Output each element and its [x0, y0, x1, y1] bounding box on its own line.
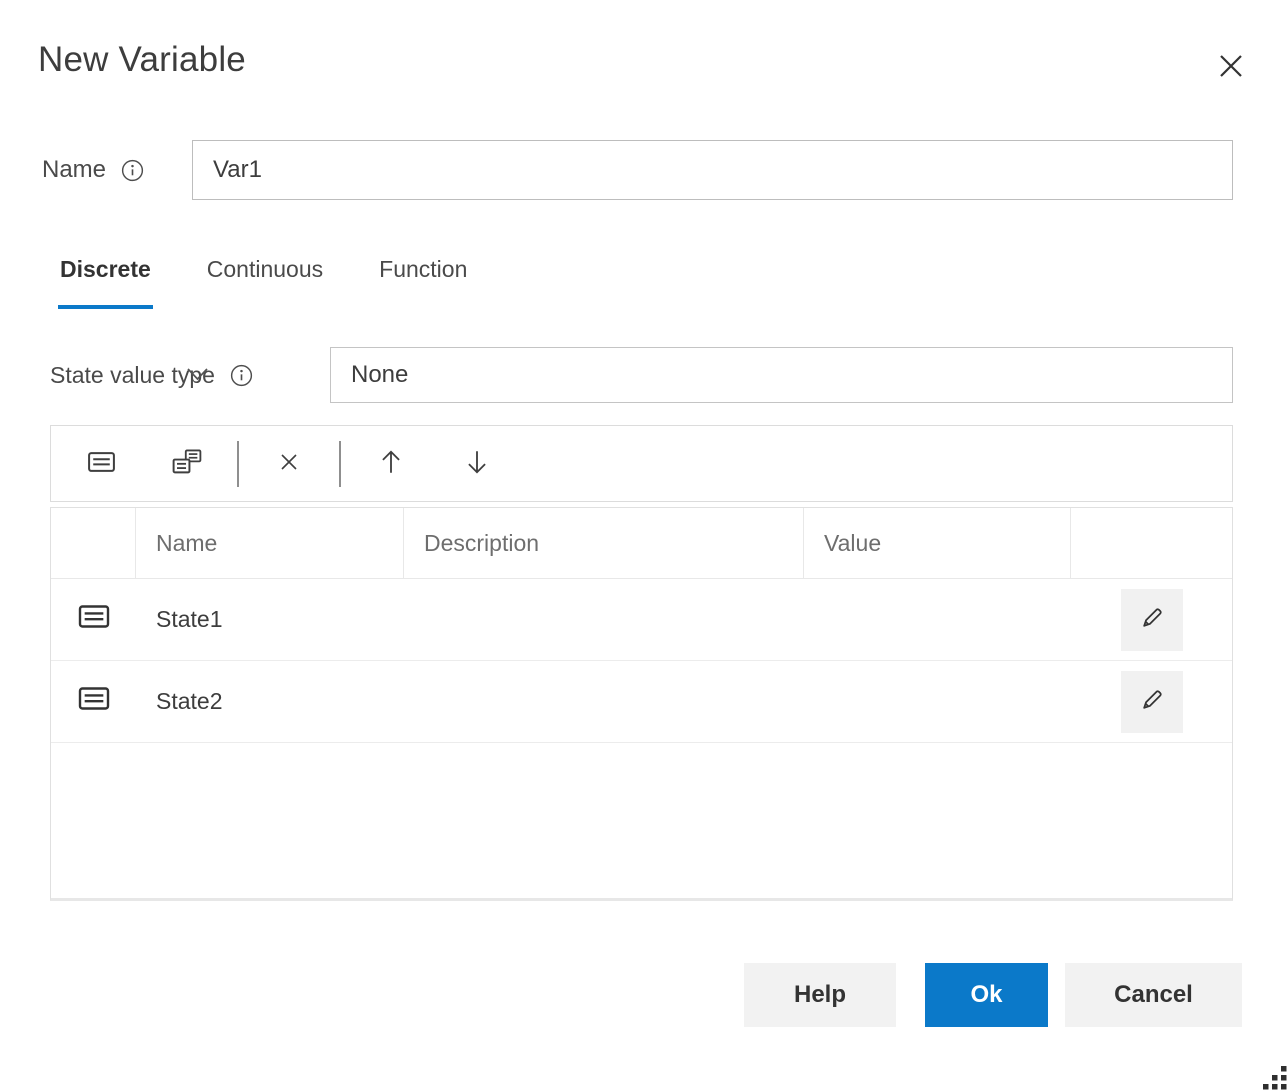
state-value-type-select[interactable]: None: [330, 347, 1233, 403]
toolbar-separator: [237, 441, 239, 487]
page-title: New Variable: [38, 40, 246, 80]
state-value-cell[interactable]: [804, 661, 1071, 742]
name-label: Name: [42, 156, 106, 184]
cancel-button[interactable]: Cancel: [1065, 963, 1242, 1027]
row-actions-cell: [1071, 661, 1232, 742]
header-cell-description: Description: [404, 508, 804, 579]
header-cell-blank: [51, 508, 136, 579]
row-actions-cell: [1071, 579, 1232, 660]
header-cell-name: Name: [136, 508, 404, 579]
chevron-down-icon: [184, 365, 211, 390]
duplicate-state-icon: [171, 448, 203, 479]
delete-state-button[interactable]: [261, 438, 317, 490]
state-value-type-info-icon[interactable]: [230, 364, 253, 387]
move-down-button[interactable]: [449, 438, 505, 490]
state-value-type-row: State value type: [50, 347, 253, 403]
move-up-button[interactable]: [363, 438, 419, 490]
tab-continuous[interactable]: Continuous: [205, 256, 325, 309]
edit-state-button[interactable]: [1121, 589, 1183, 651]
pencil-icon: [1138, 604, 1166, 635]
table-row-state1[interactable]: State1: [51, 579, 1232, 661]
move-up-icon: [378, 448, 404, 479]
states-toolbar: [50, 425, 1233, 502]
row-icon-cell: [51, 579, 136, 660]
add-state-icon: [87, 449, 116, 478]
tab-function[interactable]: Function: [377, 256, 469, 309]
header-cell-actions: [1071, 508, 1232, 579]
ok-button[interactable]: Ok: [925, 963, 1048, 1027]
state-description-cell[interactable]: [404, 661, 804, 742]
resize-grip[interactable]: [1263, 1066, 1287, 1090]
state-card-icon: [78, 603, 110, 636]
tab-discrete[interactable]: Discrete: [58, 256, 153, 309]
state-value-type-selected: None: [351, 361, 408, 389]
edit-state-button[interactable]: [1121, 671, 1183, 733]
duplicate-state-button[interactable]: [159, 438, 215, 490]
toolbar-separator: [339, 441, 341, 487]
tab-bar: Discrete Continuous Function: [58, 256, 469, 309]
pencil-icon: [1138, 686, 1166, 717]
close-icon: [1215, 50, 1247, 85]
name-info-icon[interactable]: [121, 159, 144, 182]
row-icon-cell: [51, 661, 136, 742]
table-header-row: Name Description Value: [51, 508, 1232, 579]
close-button[interactable]: [1214, 50, 1248, 84]
dialog-footer: Help Ok Cancel: [744, 963, 1242, 1027]
states-table: Name Description Value State1 State2: [50, 507, 1233, 901]
move-down-icon: [464, 448, 490, 479]
state-value-cell[interactable]: [804, 579, 1071, 660]
state-card-icon: [78, 685, 110, 718]
add-state-button[interactable]: [73, 438, 129, 490]
variable-name-input[interactable]: [192, 140, 1233, 200]
header-cell-value: Value: [804, 508, 1071, 579]
table-row-state2[interactable]: State2: [51, 661, 1232, 743]
state-description-cell[interactable]: [404, 579, 804, 660]
name-field-row: Name: [42, 140, 144, 200]
help-button[interactable]: Help: [744, 963, 896, 1027]
state-name-cell[interactable]: State1: [136, 579, 404, 660]
state-name-cell[interactable]: State2: [136, 661, 404, 742]
delete-icon: [277, 450, 301, 477]
